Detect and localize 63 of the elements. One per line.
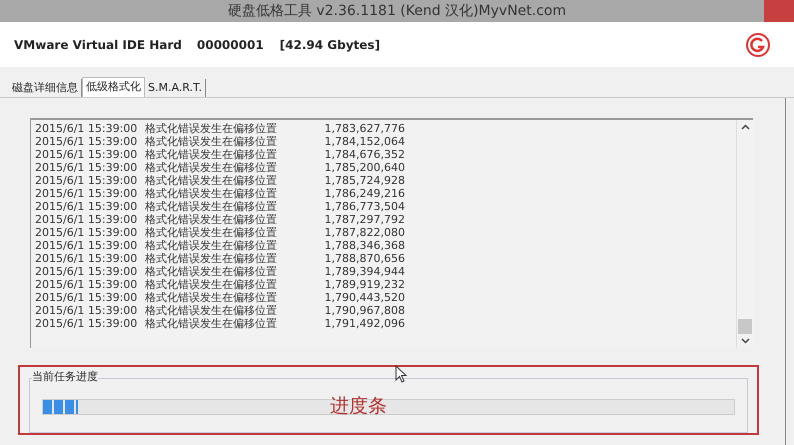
log-offset: 1,783,627,776 <box>324 122 405 135</box>
device-serial: 00000001 <box>196 36 264 54</box>
log-time: 2015/6/1 15:39:00 <box>35 135 138 148</box>
log-message: 格式化错误发生在偏移位置 <box>145 291 278 304</box>
log-offset: 1,790,967,808 <box>324 304 405 317</box>
log-time: 2015/6/1 15:39:00 <box>35 226 138 239</box>
log-message: 格式化错误发生在偏移位置 <box>145 122 278 135</box>
logo-icon <box>746 32 770 56</box>
log-time: 2015/6/1 15:39:00 <box>35 239 138 252</box>
log-message: 格式化错误发生在偏移位置 <box>145 213 278 226</box>
log-offset: 1,788,346,368 <box>324 239 405 252</box>
annotation-text: 进度条 <box>330 395 387 417</box>
cursor-icon <box>395 365 407 383</box>
log-message: 格式化错误发生在偏移位置 <box>145 187 278 200</box>
scroll-down-icon[interactable] <box>740 338 750 344</box>
log-time: 2015/6/1 15:39:00 <box>35 200 138 213</box>
log-offset: 1,786,249,216 <box>324 187 405 200</box>
log-offset: 1,791,492,096 <box>324 317 405 330</box>
log-offset: 1,788,870,656 <box>324 252 405 265</box>
log-message: 格式化错误发生在偏移位置 <box>145 278 278 291</box>
close-button[interactable] <box>764 0 794 22</box>
log-time: 2015/6/1 15:39:00 <box>35 265 138 278</box>
log-time: 2015/6/1 15:39:00 <box>35 148 138 161</box>
device-capacity: [42.94 Gbytes] <box>280 36 380 54</box>
scroll-up-icon[interactable] <box>740 124 750 130</box>
group-label: 当前任务进度 <box>32 370 98 383</box>
log-message: 格式化错误发生在偏移位置 <box>145 161 278 174</box>
scrollbar[interactable] <box>736 120 753 348</box>
log-time: 2015/6/1 15:39:00 <box>35 304 138 317</box>
log-offset: 1,789,394,944 <box>324 265 405 278</box>
log-message: 格式化错误发生在偏移位置 <box>145 200 278 213</box>
log-message: 格式化错误发生在偏移位置 <box>145 239 278 252</box>
log-time: 2015/6/1 15:39:00 <box>35 252 138 265</box>
log-offset: 1,785,724,928 <box>324 174 405 187</box>
window-title: 硬盘低格工具 v2.36.1181 (Kend 汉化)MyvNet.com <box>226 2 568 20</box>
log-time: 2015/6/1 15:39:00 <box>35 174 138 187</box>
log-message: 格式化错误发生在偏移位置 <box>145 135 278 148</box>
log-offset: 1,786,773,504 <box>324 200 405 213</box>
tab[interactable]: 低级格式化 <box>82 77 145 97</box>
log-time: 2015/6/1 15:39:00 <box>35 213 138 226</box>
log-offset: 1,785,200,640 <box>324 161 405 174</box>
log-offset: 1,789,919,232 <box>324 278 405 291</box>
tab[interactable]: 磁盘详细信息 <box>9 79 82 97</box>
log-message: 格式化错误发生在偏移位置 <box>145 265 278 278</box>
log-message: 格式化错误发生在偏移位置 <box>145 226 278 239</box>
log-time: 2015/6/1 15:39:00 <box>35 122 138 135</box>
log-message: 格式化错误发生在偏移位置 <box>145 174 278 187</box>
log-offset: 1,790,443,520 <box>324 291 405 304</box>
log-message: 格式化错误发生在偏移位置 <box>145 304 278 317</box>
scroll-thumb[interactable] <box>738 319 752 334</box>
log-time: 2015/6/1 15:39:00 <box>35 291 138 304</box>
log-offset: 1,787,822,080 <box>324 226 405 239</box>
log-offset: 1,787,297,792 <box>324 213 405 226</box>
log-message: 格式化错误发生在偏移位置 <box>145 252 278 265</box>
device-model: VMware Virtual IDE Hard <box>14 36 182 54</box>
log-offset: 1,784,676,352 <box>324 148 405 161</box>
log-time: 2015/6/1 15:39:00 <box>35 317 138 330</box>
log-message: 格式化错误发生在偏移位置 <box>145 317 278 330</box>
log-time: 2015/6/1 15:39:00 <box>35 187 138 200</box>
log-message: 格式化错误发生在偏移位置 <box>145 148 278 161</box>
log-offset: 1,784,152,064 <box>324 135 405 148</box>
log-time: 2015/6/1 15:39:00 <box>35 278 138 291</box>
log-time: 2015/6/1 15:39:00 <box>35 161 138 174</box>
